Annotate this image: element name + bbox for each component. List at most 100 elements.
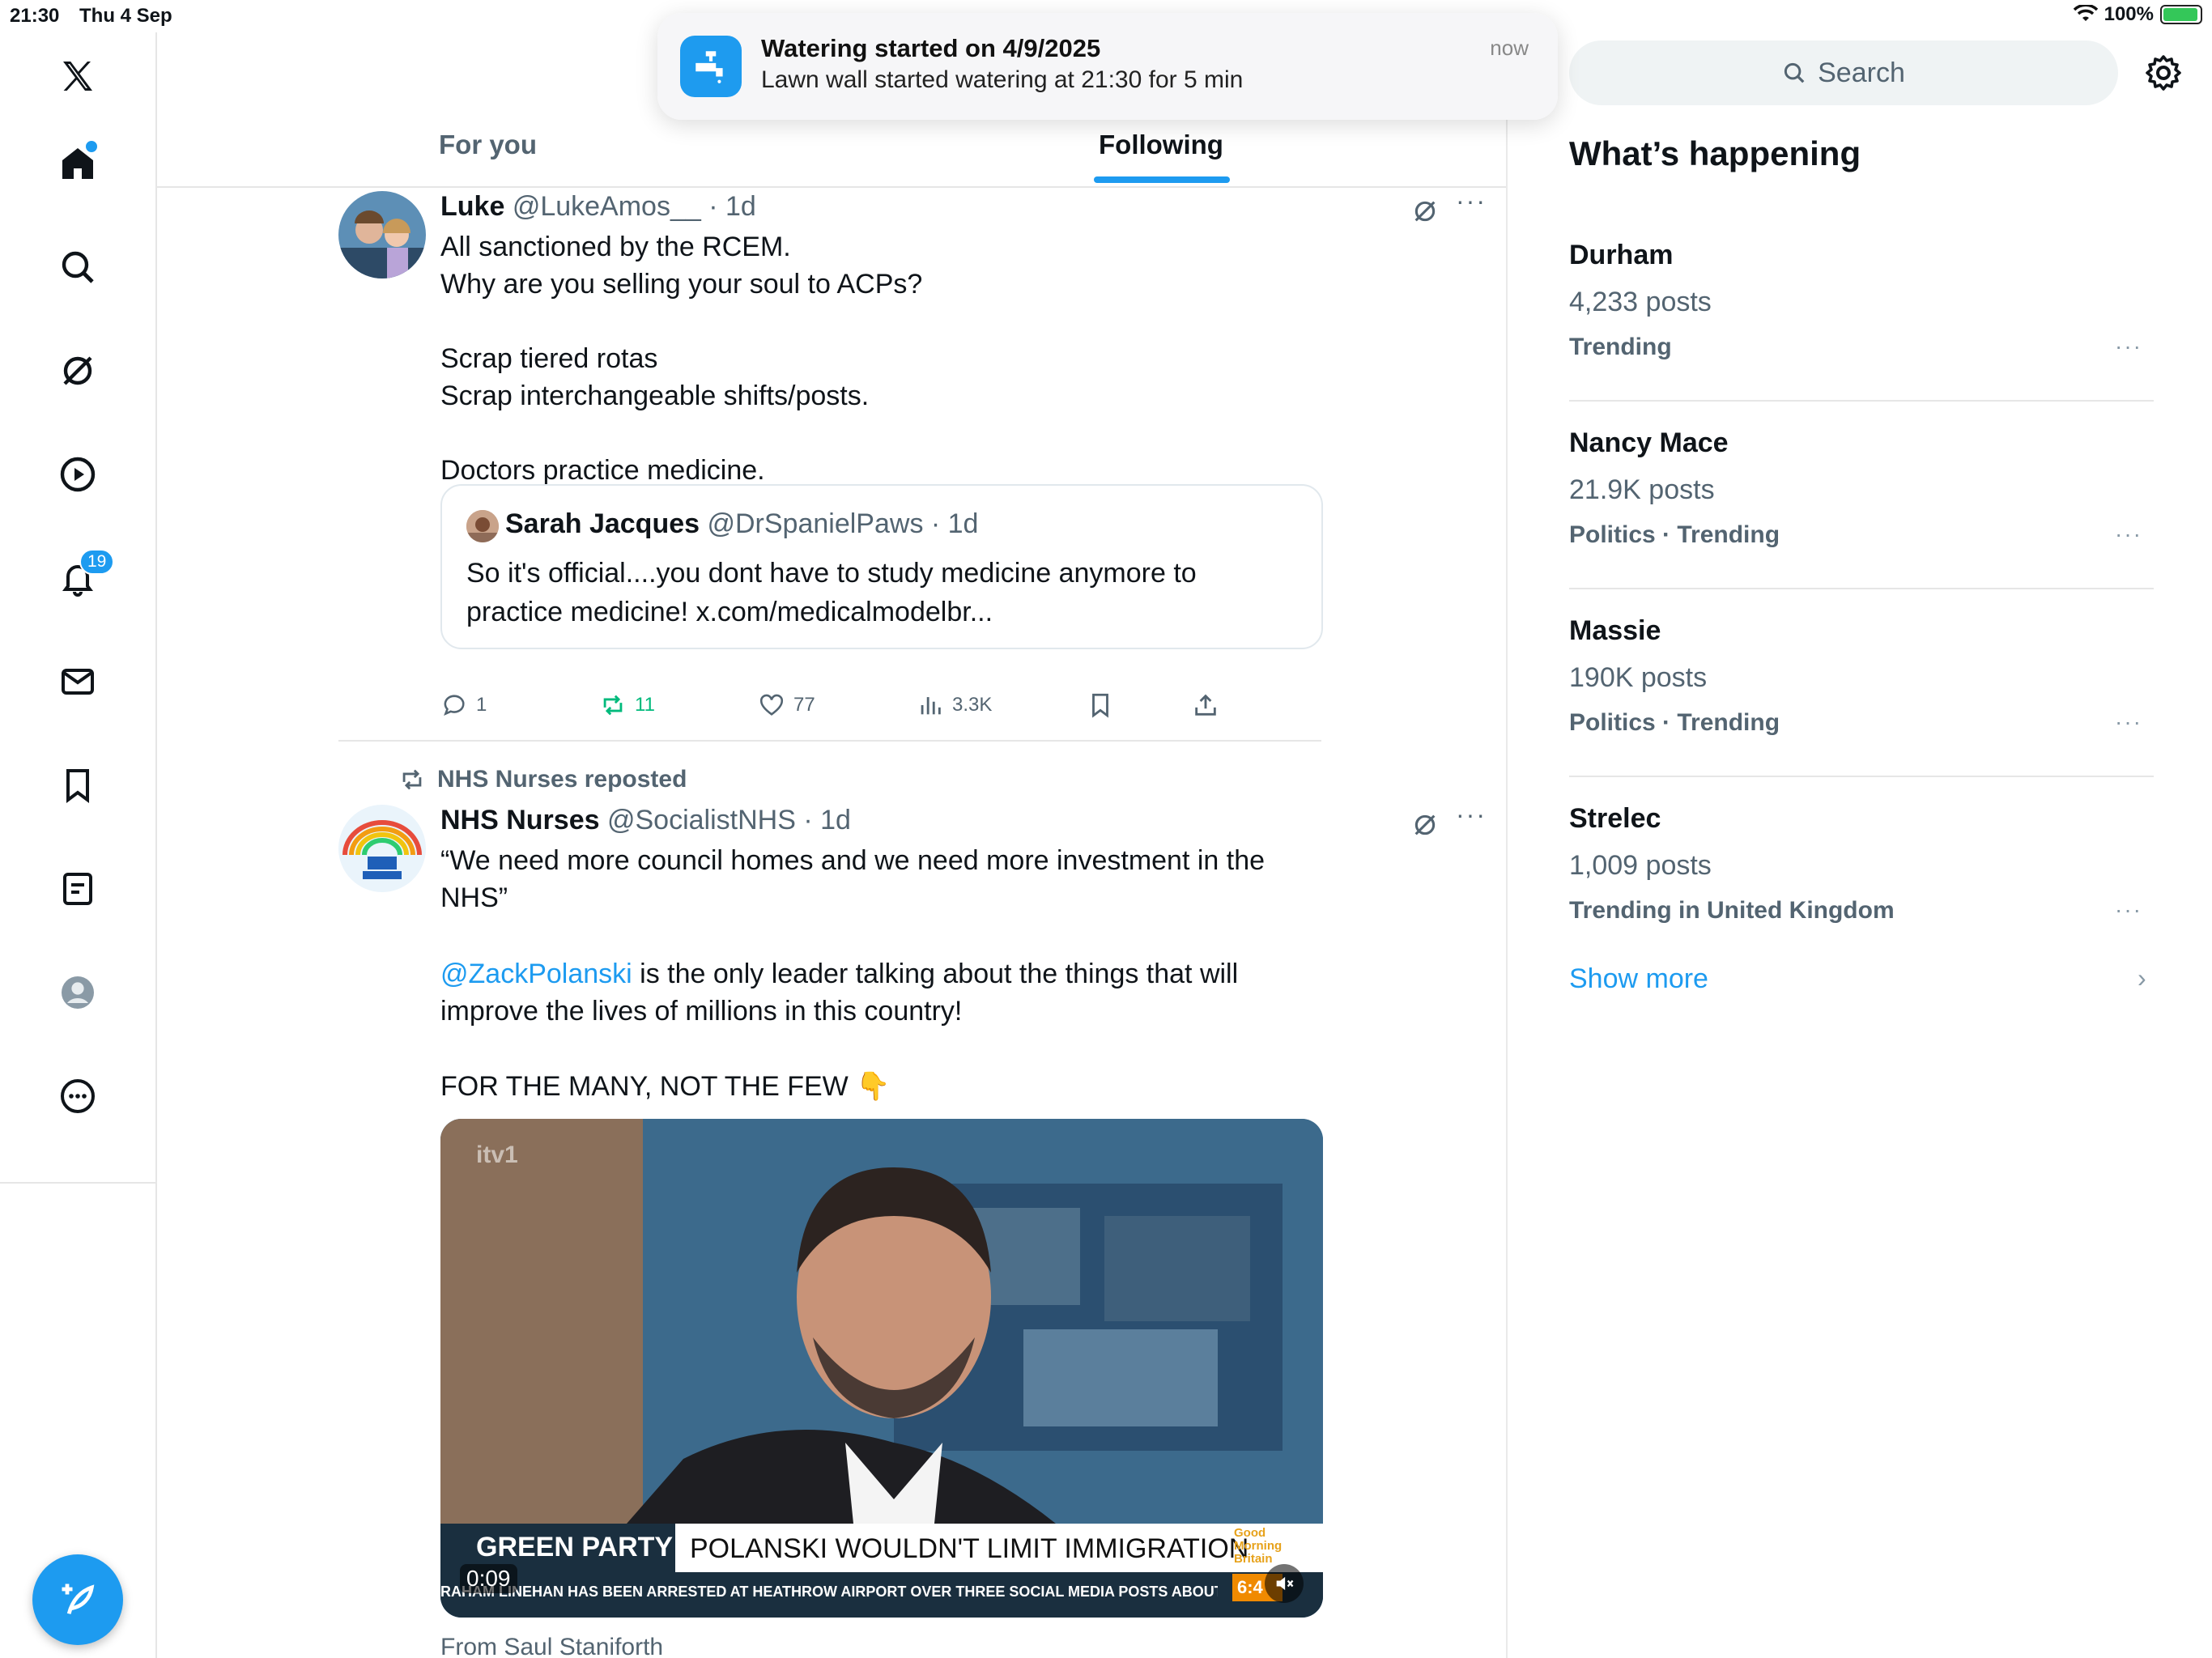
timeline: For you Following Luke @LukeAmos__ · 1d … — [157, 32, 1508, 1658]
tab-following[interactable]: Following — [1099, 130, 1223, 160]
trend-more-icon[interactable]: ··· — [2115, 521, 2142, 547]
x-logo-icon[interactable] — [45, 44, 110, 108]
onscreen-clock: 6:4 — [1237, 1577, 1263, 1597]
tweet-text: All sanctioned by the RCEM. Why are you … — [440, 232, 923, 486]
right-sidebar: Search What’s happening Durham 4,233 pos… — [1508, 32, 2212, 1658]
search-icon — [1784, 62, 1805, 83]
trend-more-icon[interactable]: ··· — [2115, 334, 2142, 359]
settings-gear-icon[interactable] — [2144, 53, 2183, 92]
tweet-actions: 1 11 77 3.3K — [440, 691, 1323, 724]
watering-app-icon — [680, 36, 742, 97]
repost-icon — [402, 769, 422, 790]
trend-category: Trending — [1569, 334, 1672, 360]
nav-home[interactable] — [45, 131, 110, 196]
grok-icon[interactable] — [1411, 198, 1439, 225]
nav-profile[interactable] — [45, 960, 110, 1025]
like-button[interactable]: 77 — [758, 691, 815, 719]
nav-messages[interactable] — [45, 649, 110, 714]
quoted-text: So it's official....you dont have to stu… — [466, 558, 1197, 627]
mention-link[interactable]: @ZackPolanski — [440, 959, 632, 989]
trend-category: Trending in United Kingdom — [1569, 897, 1895, 924]
tweet-author-name[interactable]: Luke — [440, 191, 504, 222]
tweet-avatar[interactable] — [338, 805, 426, 892]
show-more-link[interactable]: Show more — [1569, 963, 1708, 995]
news-ticker: RAHAM LINEHAN HAS BEEN ARRESTED AT HEATH… — [440, 1584, 1218, 1600]
nav-notifications[interactable]: 19 — [45, 546, 115, 610]
trend-name: Massie — [1569, 615, 1661, 646]
search-placeholder: Search — [1818, 57, 1905, 88]
more-options-icon[interactable]: ··· — [1456, 186, 1487, 216]
home-new-dot — [84, 139, 99, 154]
status-right: 100% — [2073, 3, 2202, 26]
tweet[interactable]: Luke @LukeAmos__ · 1d ··· All sanctioned… — [338, 186, 1485, 742]
left-nav: 19 — [0, 32, 157, 1658]
notification-time: now — [1490, 36, 1529, 60]
search-icon — [62, 251, 94, 283]
play-circle-icon — [60, 457, 96, 492]
tweet-divider — [338, 740, 1321, 742]
bookmark-button[interactable] — [1087, 691, 1114, 719]
trend-category: Politics · Trending — [1569, 521, 1780, 548]
bookmark-icon — [66, 769, 89, 803]
share-button[interactable] — [1192, 691, 1219, 719]
reply-icon — [444, 695, 465, 716]
repost-context[interactable]: NHS Nurses reposted — [398, 766, 687, 793]
quoted-tweet[interactable]: Sarah Jacques @DrSpanielPaws · 1d So it'… — [440, 484, 1323, 649]
nav-explore[interactable] — [45, 235, 110, 300]
tab-for-you[interactable]: For you — [439, 130, 537, 160]
trend-item[interactable]: Strelec 1,009 posts Trending in United K… — [1569, 776, 2154, 963]
nav-videos[interactable] — [45, 442, 110, 507]
trend-name: Strelec — [1569, 803, 1661, 834]
quoted-avatar[interactable] — [466, 510, 499, 542]
status-time: 21:30 — [10, 5, 60, 27]
video-duration: 0:09 — [460, 1564, 517, 1593]
trend-item[interactable]: Massie 190K posts Politics · Trending ··… — [1569, 588, 2154, 777]
caption-party: GREEN PARTY — [476, 1532, 674, 1562]
reply-button[interactable]: 1 — [440, 691, 487, 719]
profile-avatar-icon — [62, 976, 94, 1009]
grok-icon[interactable] — [1411, 811, 1439, 839]
whats-happening-title: What’s happening — [1569, 134, 1861, 172]
reply-count: 1 — [476, 694, 487, 716]
channel-logo: itv1 — [476, 1141, 518, 1168]
repost-count: 11 — [635, 694, 655, 716]
views-chart-icon — [921, 697, 941, 715]
video-player[interactable]: itv1 GREEN PARTY POLANSKI WOULDN'T LIMIT… — [440, 1119, 1323, 1618]
trend-count: 4,233 posts — [1569, 287, 1712, 317]
trend-item[interactable]: Nancy Mace 21.9K posts Politics · Trendi… — [1569, 400, 2154, 589]
video-attribution[interactable]: From Saul Staniforth — [440, 1634, 663, 1658]
more-circle-icon — [61, 1079, 95, 1113]
trend-more-icon[interactable]: ··· — [2115, 709, 2142, 735]
quoted-author-name: Sarah Jacques — [505, 508, 700, 539]
active-tab-indicator — [1094, 176, 1230, 183]
tweet-avatar[interactable] — [338, 191, 426, 278]
notifications-badge: 19 — [79, 549, 115, 575]
compose-post-button[interactable] — [32, 1554, 123, 1645]
nav-divider — [0, 1182, 155, 1184]
more-options-icon[interactable]: ··· — [1456, 800, 1487, 830]
battery-icon — [2160, 5, 2202, 24]
nav-bookmarks[interactable] — [45, 753, 110, 818]
mail-icon — [62, 669, 94, 695]
battery-percent: 100% — [2104, 3, 2154, 25]
nav-grok[interactable] — [45, 338, 110, 403]
trend-category: Politics · Trending — [1569, 709, 1780, 736]
status-date: Thu 4 Sep — [79, 5, 172, 27]
trend-more-icon[interactable]: ··· — [2115, 897, 2142, 923]
caption-headline: POLANSKI WOULDN'T LIMIT IMMIGRATION — [690, 1533, 1249, 1564]
repost-button[interactable]: 11 — [599, 691, 655, 719]
system-notification-banner[interactable]: Watering started on 4/9/2025 Lawn wall s… — [657, 13, 1558, 120]
search-input[interactable]: Search — [1569, 40, 2118, 105]
nav-lists[interactable] — [45, 857, 110, 921]
trend-item[interactable]: Durham 4,233 posts Trending ··· — [1569, 212, 2154, 402]
grok-icon — [63, 356, 92, 385]
repost-context-text: NHS Nurses reposted — [437, 766, 687, 793]
trend-name: Durham — [1569, 240, 1674, 270]
tweet-header: Luke @LukeAmos__ · 1d — [440, 191, 756, 223]
tweet-text: “We need more council homes and we need … — [440, 845, 1266, 913]
views-button[interactable]: 3.3K — [917, 691, 992, 719]
wifi-icon — [2073, 5, 2098, 21]
nav-more[interactable] — [45, 1064, 110, 1129]
tweet-author-name[interactable]: NHS Nurses — [440, 805, 600, 835]
mute-button[interactable] — [1265, 1564, 1304, 1603]
